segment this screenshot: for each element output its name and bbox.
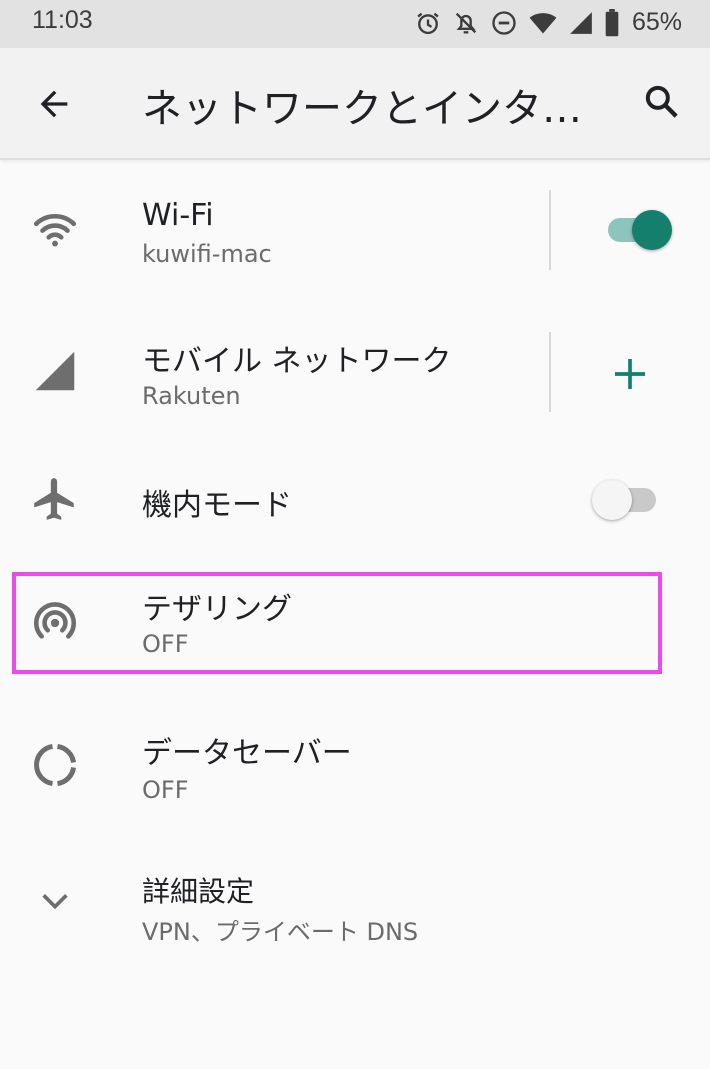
- status-time: 11:03: [32, 6, 93, 34]
- advanced-subtitle: VPN、プライベート DNS: [142, 918, 419, 946]
- status-icons: 65%: [414, 8, 682, 37]
- search-icon[interactable]: [642, 82, 682, 122]
- airplane-mode-toggle[interactable]: [592, 480, 658, 520]
- divider: [549, 190, 551, 270]
- page-title: ネットワークとインタ…: [142, 86, 582, 132]
- battery-percentage: 65%: [631, 8, 682, 36]
- wifi-toggle[interactable]: [606, 210, 672, 250]
- alarm-icon: [417, 12, 439, 34]
- wifi-icon: [529, 12, 557, 33]
- notifications-off-icon: [455, 12, 477, 33]
- cell-signal-icon: [35, 351, 75, 391]
- data-saver-row[interactable]: データセーバー OFF: [0, 700, 710, 830]
- mobile-network-title: モバイル ネットワーク: [142, 344, 452, 379]
- data-saver-title: データセーバー: [142, 736, 352, 771]
- airplane-mode-row[interactable]: 機内モード: [0, 450, 710, 560]
- airplane-icon: [34, 478, 74, 520]
- status-bar: 11:03 65%: [0, 0, 710, 48]
- chevron-down-icon: [42, 894, 68, 910]
- battery-icon: [605, 8, 619, 36]
- do-not-disturb-icon: [492, 10, 516, 35]
- divider: [549, 332, 551, 412]
- mobile-carrier-name: Rakuten: [142, 382, 241, 410]
- airplane-mode-title: 機内モード: [142, 488, 292, 523]
- add-icon[interactable]: [610, 354, 650, 394]
- arrow-back-icon[interactable]: [34, 84, 74, 124]
- cell-signal-icon: [570, 11, 592, 34]
- app-bar: ネットワークとインタ…: [0, 48, 710, 160]
- wifi-row[interactable]: Wi-Fi kuwifi-mac: [0, 160, 710, 300]
- highlight-box: [12, 572, 662, 674]
- data-saver-icon: [34, 743, 77, 787]
- wifi-icon: [33, 213, 77, 247]
- wifi-title: Wi-Fi: [142, 198, 214, 233]
- advanced-title: 詳細設定: [142, 875, 255, 908]
- mobile-network-row[interactable]: モバイル ネットワーク Rakuten: [0, 300, 710, 450]
- data-saver-status: OFF: [142, 776, 189, 804]
- wifi-network-name: kuwifi-mac: [142, 240, 272, 268]
- advanced-row[interactable]: 詳細設定 VPN、プライベート DNS: [0, 850, 710, 960]
